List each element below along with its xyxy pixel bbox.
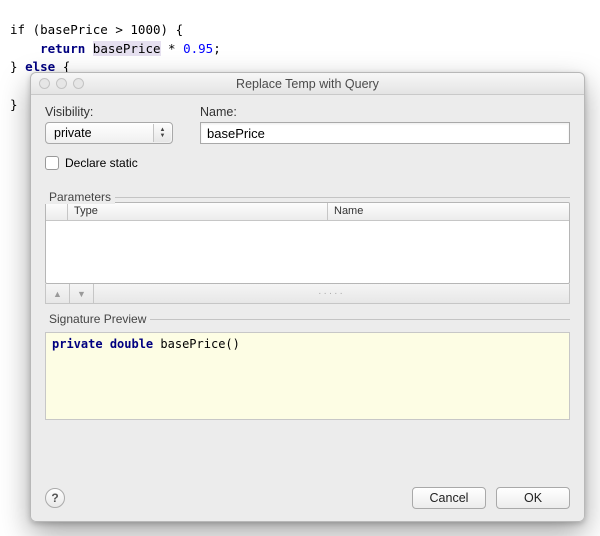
button-bar: ? Cancel OK	[45, 475, 570, 509]
titlebar[interactable]: Replace Temp with Query	[31, 73, 584, 95]
visibility-dropdown[interactable]: private	[45, 122, 173, 144]
name-label: Name:	[200, 105, 570, 119]
signature-preview-label: Signature Preview	[45, 312, 150, 326]
resize-grip-icon[interactable]	[94, 284, 569, 303]
declare-static-label: Declare static	[65, 156, 138, 170]
col-blank	[46, 203, 68, 220]
dialog-body: Visibility: private Name: Declare static…	[31, 95, 584, 521]
col-name[interactable]: Name	[328, 203, 569, 220]
zoom-icon[interactable]	[73, 78, 84, 89]
dialog-title: Replace Temp with Query	[31, 77, 584, 91]
move-up-icon[interactable]: ▲	[46, 284, 70, 303]
parameters-label: Parameters	[45, 190, 115, 204]
visibility-label: Visibility:	[45, 105, 180, 119]
cancel-button[interactable]: Cancel	[412, 487, 486, 509]
refactor-dialog: Replace Temp with Query Visibility: priv…	[30, 72, 585, 522]
col-type[interactable]: Type	[68, 203, 328, 220]
declare-static-checkbox[interactable]	[45, 156, 59, 170]
name-input[interactable]	[200, 122, 570, 144]
parameters-header: Type Name	[46, 203, 569, 221]
divider	[150, 319, 570, 320]
ok-button[interactable]: OK	[496, 487, 570, 509]
parameters-toolbar: ▲ ▼	[45, 284, 570, 304]
chevron-updown-icon	[153, 124, 171, 142]
move-down-icon[interactable]: ▼	[70, 284, 94, 303]
signature-preview: private double basePrice()	[45, 332, 570, 420]
visibility-value: private	[54, 126, 92, 140]
parameters-table[interactable]: Type Name	[45, 202, 570, 284]
help-button[interactable]: ?	[45, 488, 65, 508]
close-icon[interactable]	[39, 78, 50, 89]
divider	[115, 197, 570, 198]
traffic-lights	[39, 78, 84, 89]
help-icon: ?	[51, 491, 58, 505]
minimize-icon[interactable]	[56, 78, 67, 89]
